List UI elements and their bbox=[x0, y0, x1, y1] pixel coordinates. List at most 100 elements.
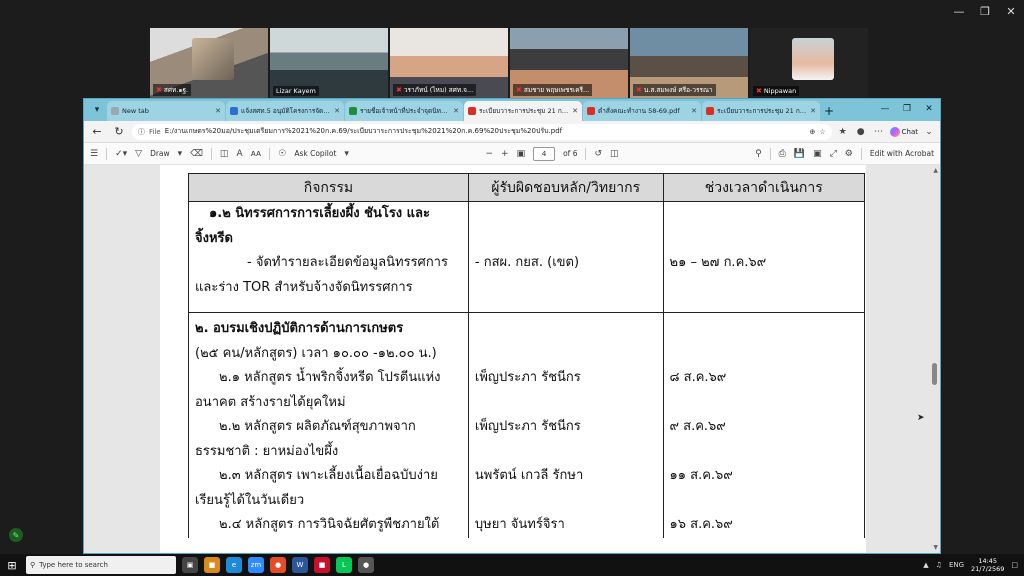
windows-start-icon[interactable]: ⊞ bbox=[4, 557, 20, 573]
copilot-chat-button[interactable]: Chat bbox=[889, 126, 918, 137]
network-icon[interactable]: ▲ bbox=[923, 561, 928, 569]
tab-close-icon[interactable]: ✕ bbox=[691, 107, 697, 115]
more-icon[interactable]: ⋯ bbox=[872, 127, 886, 137]
info-icon[interactable]: ⓘ bbox=[138, 127, 145, 137]
zoom-icon[interactable]: zm bbox=[248, 557, 264, 573]
participant-tile[interactable]: Lizar Kayem bbox=[270, 28, 388, 98]
text-icon[interactable]: A bbox=[236, 149, 242, 159]
chevron-down-icon[interactable]: ⌄ bbox=[922, 127, 936, 137]
speaker-icon[interactable]: ♫ bbox=[936, 561, 942, 569]
new-tab-button[interactable]: + bbox=[821, 101, 837, 121]
scroll-up-icon[interactable]: ▲ bbox=[933, 167, 938, 174]
participant-tile[interactable]: ✖ Nippawan bbox=[750, 28, 868, 98]
zoom-in-icon[interactable]: + bbox=[501, 149, 509, 159]
back-icon[interactable]: ← bbox=[88, 125, 106, 138]
participant-name: Lizar Kayem bbox=[273, 86, 319, 96]
pen-icon[interactable]: ✎ bbox=[9, 528, 23, 542]
expand-icon[interactable]: ⤢ bbox=[830, 149, 837, 159]
zoom-out-icon[interactable]: − bbox=[485, 149, 493, 159]
tab-close-icon[interactable]: ✕ bbox=[810, 107, 816, 115]
language-indicator[interactable]: ENG bbox=[949, 561, 964, 569]
file-explorer-icon[interactable]: ■ bbox=[204, 557, 220, 573]
contents-icon[interactable]: ☰ bbox=[90, 149, 98, 159]
app-icon[interactable]: ● bbox=[358, 557, 374, 573]
zoom-icon[interactable]: ⊕ bbox=[809, 128, 815, 136]
participant-tile[interactable]: ✖ สศท.๑ฐ. bbox=[150, 28, 268, 98]
browser-tab[interactable]: ระเบียบวาระการประชุม 21 ก.ค.69...✕ bbox=[464, 101, 582, 121]
muted-mic-icon: ✖ bbox=[636, 86, 642, 94]
minimize-icon[interactable]: — bbox=[874, 99, 896, 119]
draw-button[interactable]: Draw bbox=[150, 149, 170, 158]
tab-actions-icon[interactable]: ▾ bbox=[88, 101, 106, 119]
save-icon[interactable]: 💾 bbox=[794, 149, 805, 159]
scroll-thumb[interactable] bbox=[932, 363, 937, 385]
search-icon[interactable]: ⚲ bbox=[755, 149, 762, 159]
divider bbox=[106, 147, 108, 160]
screen: — ❐ ✕ ✖ สศท.๑ฐ. Lizar Kayem ✖ วราภัทน์ (ไหม)… bbox=[0, 0, 1024, 576]
edge-icon[interactable]: e bbox=[226, 557, 242, 573]
muted-mic-icon: ✖ bbox=[516, 86, 522, 94]
period-text: ๒๑ – ๒๗ ก.ค.๖๙ bbox=[669, 255, 767, 270]
muted-mic-icon: ✖ bbox=[756, 87, 762, 95]
activity-desc: - จัดทำรายละเอียดข้อมูลนิทรรศการ bbox=[247, 255, 448, 270]
highlight-icon[interactable]: ✓▾ bbox=[115, 149, 127, 159]
profile-icon[interactable]: ● bbox=[854, 127, 868, 137]
tab-close-icon[interactable]: ✕ bbox=[334, 107, 340, 115]
vertical-scrollbar[interactable]: ▲ ▼ bbox=[930, 165, 938, 553]
edit-with-acrobat-button[interactable]: Edit with Acrobat bbox=[870, 149, 934, 158]
close-icon[interactable]: ✕ bbox=[998, 0, 1024, 22]
taskbar-search-input[interactable]: ⚲ Type here to search bbox=[26, 556, 176, 574]
participant-tile[interactable]: ✖ สมชาย พฤษเพชรเครี... bbox=[510, 28, 628, 98]
participant-tile[interactable]: ✖ น.ส.สมพงษ์ ศรีอ-วรรณา bbox=[630, 28, 748, 98]
copilot-small-icon[interactable]: ☉ bbox=[278, 149, 286, 159]
tab-label: แจ้งสศท.5 อนุมัติโครงการจัดนิทรรศ... bbox=[241, 107, 332, 115]
page-view-icon[interactable]: ◫ bbox=[220, 149, 229, 159]
notification-icon[interactable]: □ bbox=[1011, 561, 1018, 569]
tab-close-icon[interactable]: ✕ bbox=[215, 107, 221, 115]
minimize-icon[interactable]: — bbox=[946, 0, 972, 22]
scroll-down-icon[interactable]: ▼ bbox=[933, 544, 938, 551]
rotate-icon[interactable]: ↺ bbox=[594, 149, 602, 159]
browser-tab[interactable]: ระเบียบวาระการประชุม 21 ก.ค.69...✕ bbox=[702, 101, 820, 121]
close-icon[interactable]: ✕ bbox=[918, 99, 940, 119]
tab-close-icon[interactable]: ✕ bbox=[453, 107, 459, 115]
copilot-icon bbox=[889, 126, 900, 137]
print-icon[interactable]: ⎙ bbox=[779, 149, 786, 159]
draw-chevron-icon[interactable]: ▾ bbox=[178, 149, 183, 159]
course-title: ๒.๓ หลักสูตร เพาะเลี้ยงเนื้อเยื่อฉบับง่า… bbox=[219, 468, 438, 483]
responsible-cell: เพ็ญประภา รัชนีกร เพ็ญประภา รัชนีกร นพรั… bbox=[467, 312, 664, 538]
pdf-reader-icon[interactable]: ■ bbox=[314, 557, 330, 573]
pdf-viewer[interactable]: กิจกรรม ผู้รับผิดชอบหลัก/วิทยากร ช่วงเวล… bbox=[84, 165, 940, 553]
read-aloud-icon[interactable]: ᴀᴀ bbox=[251, 149, 262, 159]
save-as-icon[interactable]: ▣ bbox=[813, 149, 822, 159]
restore-icon[interactable]: ❐ bbox=[972, 0, 998, 22]
url-field[interactable]: ⓘ File E:/งานเกษตร%20มอ/ประชุมเตรียมการ%… bbox=[132, 123, 832, 140]
ask-chevron-icon[interactable]: ▾ bbox=[344, 149, 349, 159]
draw-icon[interactable]: ▽ bbox=[135, 149, 142, 159]
schedule-table: กิจกรรม ผู้รับผิดชอบหลัก/วิทยากร ช่วงเวล… bbox=[188, 173, 865, 538]
url-text: E:/งานเกษตร%20มอ/ประชุมเตรียมการ%2021%20… bbox=[164, 127, 563, 135]
favorites-icon[interactable]: ★ bbox=[836, 127, 850, 137]
browser-tab[interactable]: New tab ✕ bbox=[107, 101, 225, 121]
browser-tab[interactable]: แจ้งสศท.5 อนุมัติโครงการจัดนิทรรศ...✕ bbox=[226, 101, 344, 121]
restore-icon[interactable]: ❐ bbox=[896, 99, 918, 119]
ask-copilot-button[interactable]: Ask Copilot bbox=[294, 149, 336, 158]
line-icon[interactable]: L bbox=[336, 557, 352, 573]
participant-tile[interactable]: ✖ วราภัทน์ (ไหม) สศท.จ... bbox=[390, 28, 508, 98]
settings-gear-icon[interactable]: ⚙ bbox=[845, 149, 853, 159]
refresh-icon[interactable]: ↻ bbox=[110, 125, 128, 138]
tab-close-icon[interactable]: ✕ bbox=[572, 107, 578, 115]
page-number-input[interactable]: 4 bbox=[533, 146, 556, 161]
word-icon[interactable]: W bbox=[292, 557, 308, 573]
fit-page-icon[interactable]: ▣ bbox=[517, 149, 526, 159]
two-page-icon[interactable]: ◫ bbox=[610, 149, 619, 159]
tab-favicon-icon bbox=[706, 107, 714, 115]
eraser-icon[interactable]: ⌫ bbox=[190, 149, 203, 159]
browser-tab[interactable]: ตำสั่งคณะทำงาน 58-69.pdf ✕ bbox=[583, 101, 701, 121]
clock[interactable]: 14:45 21/7/2569 bbox=[971, 557, 1004, 573]
task-view-icon[interactable]: ▣ bbox=[182, 557, 198, 573]
activity-cell: ๑.๒ นิทรรศการการเลี้ยงผึ้ง ชันโรง และ จิ… bbox=[188, 201, 469, 313]
browser-tab[interactable]: รายชื่อเจ้าหน้าที่ประจำจุดนิทรรศการ...✕ bbox=[345, 101, 463, 121]
firefox-icon[interactable]: ● bbox=[270, 557, 286, 573]
favorite-star-icon[interactable]: ☆ bbox=[819, 128, 825, 136]
